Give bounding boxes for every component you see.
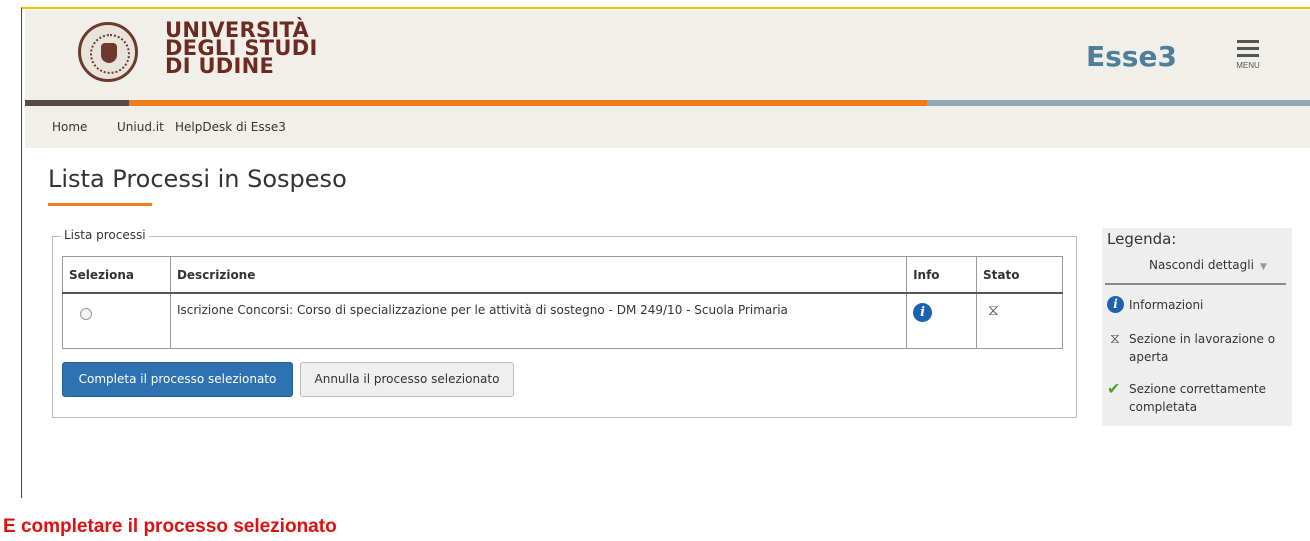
hourglass-icon: ⧖ [1110,331,1120,347]
info-icon: i [1107,296,1124,313]
top-nav: Home Uniud.it HelpDesk di Esse3 [25,106,1310,148]
menu-label: MENU [1236,61,1260,70]
legend-item-label: Informazioni [1129,298,1204,312]
info-cell: i [906,292,978,349]
info-icon[interactable]: i [913,302,933,322]
column-header-description: Descrizione [169,256,908,293]
complete-process-button[interactable]: Completa il processo selezionato [62,362,293,397]
instruction-caption: E completare il processo selezionato [3,516,337,537]
cancel-process-button[interactable]: Annulla il processo selezionato [300,362,514,397]
legend-title: Legenda: [1107,230,1177,248]
fieldset-legend: Lista processi [61,228,149,242]
legend-item-info: i Informazioni [1107,296,1203,314]
hourglass-icon: ⧖ [988,300,999,319]
legend-divider [1105,283,1286,285]
page-title: Lista Processi in Sospeso [48,165,347,193]
column-header-status: Stato [976,256,1063,293]
table-header-row: Seleziona Descrizione Info Stato [62,256,1063,293]
university-seal-logo [78,22,138,82]
nav-link-helpdesk[interactable]: HelpDesk di Esse3 [175,120,286,134]
legend-panel: Legenda: Nascondi dettagli ▼ i Informazio… [1102,228,1292,426]
legend-item-label: Sezione in lavorazione o aperta [1129,332,1276,364]
nav-link-uniud[interactable]: Uniud.it [117,120,164,134]
legend-item-label: Sezione correttamente completata [1129,382,1267,414]
nav-link-home[interactable]: Home [52,120,87,134]
hide-details-label: Nascondi dettagli [1149,258,1254,272]
hamburger-icon [1231,40,1265,57]
process-description: Iscrizione Concorsi: Corso di specializz… [169,292,908,349]
hide-details-toggle[interactable]: Nascondi dettagli ▼ [1149,258,1267,272]
select-cell [62,292,171,349]
site-header: UNIVERSITÀ DEGLI STUDI DI UDINE Esse3 ME… [25,10,1310,100]
app-name: Esse3 [1086,40,1177,73]
column-header-info: Info [906,256,978,293]
process-select-radio[interactable] [80,307,92,320]
checkmark-icon: ✔ [1107,379,1121,398]
menu-button[interactable]: MENU [1231,40,1265,78]
legend-item-completed: ✔ Sezione correttamente completata [1107,380,1292,416]
title-underline [48,203,152,206]
legend-item-in-progress: ⧖ Sezione in lavorazione o aperta [1107,330,1292,366]
university-name-line-3: DI UDINE [165,54,275,78]
triangle-down-icon: ▼ [1259,262,1267,272]
table-row: Iscrizione Concorsi: Corso di specializz… [62,292,1063,349]
process-table: Seleziona Descrizione Info Stato Iscrizi… [62,256,1063,349]
status-cell: ⧖ [976,292,1063,349]
column-header-select: Seleziona [62,256,171,293]
